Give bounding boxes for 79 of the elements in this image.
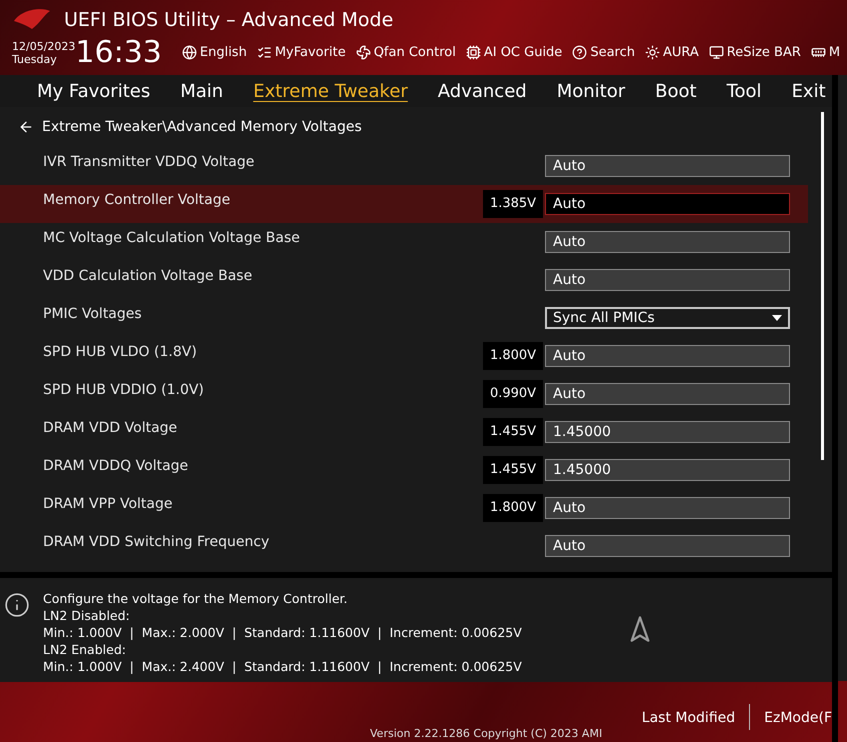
info-icon (4, 592, 30, 618)
setting-row[interactable]: VDD Calculation Voltage Base Auto (0, 261, 808, 299)
setting-label: DRAM VDD Voltage (43, 418, 178, 438)
fan-icon (356, 45, 371, 60)
setting-row[interactable]: SPD HUB VLDO (1.8V) 1.800V Auto (0, 337, 808, 375)
toolbar-item[interactable]: AURA (644, 42, 699, 62)
clock-time: 16:33 (75, 38, 162, 68)
setting-label: IVR Transmitter VDDQ Voltage (43, 152, 256, 172)
toolbar-item[interactable]: ReSize BAR (708, 42, 801, 62)
input-field[interactable]: Auto (545, 535, 790, 557)
setting-label: SPD HUB VLDO (1.8V) (43, 342, 198, 362)
setting-label: Memory Controller Voltage (43, 190, 232, 210)
breadcrumb: Extreme Tweaker\Advanced Memory Voltages (42, 118, 362, 136)
dropdown[interactable]: Sync All PMICs (545, 307, 790, 329)
input-field[interactable]: Auto (545, 497, 790, 519)
voltage-reading: 1.800V (483, 342, 543, 370)
input-field[interactable]: Auto (545, 269, 790, 291)
setting-row[interactable]: DRAM VDD Voltage 1.455V 1.45000 (0, 413, 808, 451)
sun-icon (644, 45, 660, 60)
setting-row[interactable]: SPD HUB VDDIO (1.0V) 0.990V Auto (0, 375, 808, 413)
tab[interactable]: Monitor (556, 78, 626, 104)
caret-icon (772, 315, 782, 321)
day-text: Tuesday (12, 52, 58, 66)
chip-icon (466, 45, 481, 60)
memory-icon (810, 45, 826, 60)
setting-label: MC Voltage Calculation Voltage Base (43, 228, 301, 248)
setting-row[interactable]: IVR Transmitter VDDQ Voltage Auto (0, 147, 808, 185)
scrollbar-thumb[interactable] (821, 112, 824, 460)
help-text: LN2 Disabled: (43, 607, 131, 624)
setting-label: PMIC Voltages (43, 304, 143, 324)
setting-row[interactable]: DRAM VDDQ Voltage 1.455V 1.45000 (0, 451, 808, 489)
voltage-reading: 1.800V (483, 494, 543, 522)
toolbar-item[interactable]: Search (572, 42, 635, 62)
voltage-reading: 1.455V (483, 456, 543, 484)
version-text: Version 2.22.1286 Copyright (C) 2023 AMI (370, 726, 602, 742)
setting-row[interactable]: MC Voltage Calculation Voltage Base Auto (0, 223, 808, 261)
footer-button[interactable]: EzMode(F (764, 708, 832, 729)
setting-label: DRAM VDD Switching Frequency (43, 532, 270, 552)
tab[interactable]: My Favorites (37, 78, 150, 104)
setting-row[interactable]: PMIC Voltages Sync All PMICs (0, 299, 808, 337)
input-field[interactable]: Auto (545, 383, 790, 405)
window-title: UEFI BIOS Utility – Advanced Mode (64, 8, 394, 33)
help-text: Min.: 1.000V | Max.: 2.000V | Standard: 1.11600V | Increment: 0.00625V (43, 624, 522, 641)
setting-row[interactable]: Memory Controller Voltage 1.385V Auto (0, 185, 808, 223)
footer-button[interactable]: Last Modified (642, 708, 736, 729)
setting-label: DRAM VPP Voltage (43, 494, 174, 514)
setting-label: VDD Calculation Voltage Base (43, 266, 254, 286)
input-field[interactable]: Auto (545, 231, 790, 253)
list-icon (256, 45, 272, 60)
tab[interactable]: Advanced (438, 78, 527, 104)
toolbar-item[interactable]: Qfan Control (356, 42, 456, 62)
tab[interactable]: Extreme Tweaker (253, 78, 408, 104)
toolbar-item[interactable]: AI OC Guide (466, 42, 562, 62)
setting-label: DRAM VDDQ Voltage (43, 456, 190, 476)
help-text: LN2 Enabled: (43, 641, 127, 658)
monitor-icon (708, 45, 724, 60)
input-field[interactable]: Auto (545, 155, 790, 177)
search-icon (572, 45, 588, 60)
tab[interactable]: Main (180, 78, 224, 104)
voltage-reading: 1.385V (483, 190, 543, 218)
voltage-reading: 0.990V (483, 380, 543, 408)
date-text: 12/05/2023 (12, 40, 76, 52)
setting-label: SPD HUB VDDIO (1.0V) (43, 380, 205, 400)
setting-row[interactable]: DRAM VDD Switching Frequency Auto (0, 527, 808, 565)
toolbar-item[interactable]: MyFavorite (256, 42, 346, 62)
help-text: Configure the voltage for the Memory Controller. (43, 590, 348, 607)
help-text: Min.: 1.000V | Max.: 2.400V | Standard: 1.11600V | Increment: 0.00625V (43, 658, 522, 675)
toolbar-item[interactable]: M (810, 42, 840, 62)
globe-icon (182, 45, 197, 60)
tab[interactable]: Boot (655, 78, 697, 104)
input-field[interactable]: Auto (545, 345, 790, 367)
input-field[interactable]: 1.45000 (545, 459, 790, 481)
toolbar-item[interactable]: English (182, 42, 247, 62)
input-field[interactable]: Auto (545, 193, 790, 215)
tab[interactable]: Tool (726, 78, 762, 104)
input-field[interactable]: 1.45000 (545, 421, 790, 443)
tab[interactable]: Exit (792, 78, 826, 104)
setting-row[interactable]: DRAM VPP Voltage 1.800V Auto (0, 489, 808, 527)
voltage-reading: 1.455V (483, 418, 543, 446)
